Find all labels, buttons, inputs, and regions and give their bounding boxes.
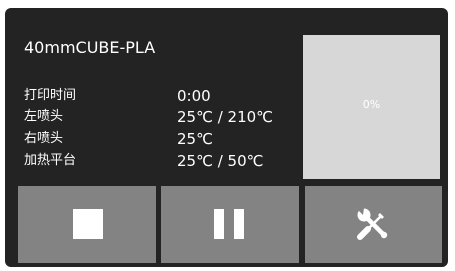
tools-icon — [357, 208, 388, 240]
pause-bar-right — [234, 209, 244, 239]
job-name: 40mmCUBE-PLA — [24, 38, 156, 57]
print-preview: 0% — [303, 35, 440, 179]
pause-button[interactable] — [161, 186, 299, 263]
progress-percentage: 0% — [362, 98, 381, 111]
printer-status-screen: 40mmCUBE-PLA 打印时间 0:00 左喷头 25℃ / 210℃ 右喷… — [5, 8, 448, 267]
stop-button[interactable] — [18, 186, 156, 263]
pause-icon — [214, 209, 244, 239]
right-nozzle-temperature: 25℃ — [177, 130, 213, 148]
pause-bar-left — [214, 209, 224, 239]
heated-bed-temperature: 25℃ / 50℃ — [177, 152, 264, 170]
left-nozzle-temperature: 25℃ / 210℃ — [177, 108, 273, 126]
left-nozzle-label: 左喷头 — [24, 109, 64, 124]
right-nozzle-label: 右喷头 — [24, 131, 64, 146]
tools-button[interactable] — [305, 186, 442, 263]
print-time-value: 0:00 — [177, 87, 211, 105]
heated-bed-label: 加热平台 — [24, 153, 77, 168]
stop-icon — [73, 209, 103, 239]
print-time-label: 打印时间 — [24, 88, 77, 103]
